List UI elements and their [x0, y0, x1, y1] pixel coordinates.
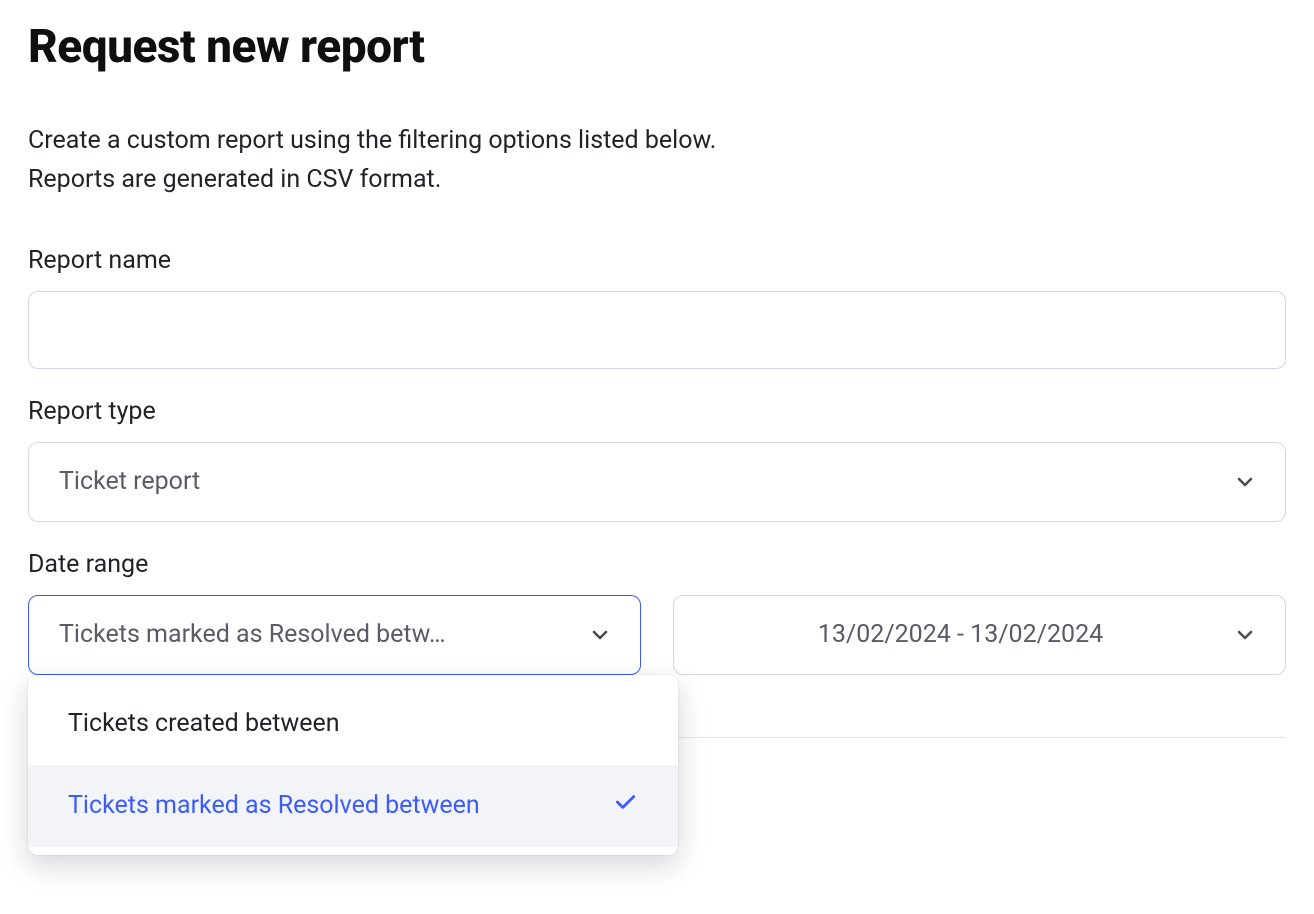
- check-icon: [612, 789, 638, 822]
- report-name-group: Report name: [28, 246, 1286, 369]
- request-report-page: Request new report Create a custom repor…: [0, 0, 1314, 827]
- chevron-down-icon: [1233, 470, 1257, 494]
- date-range-filter-dropdown: Tickets created between Tickets marked a…: [28, 675, 678, 855]
- chevron-down-icon: [588, 623, 612, 647]
- description-line-1: Create a custom report using the filteri…: [28, 126, 716, 155]
- page-description: Create a custom report using the filteri…: [28, 122, 1286, 200]
- date-range-value: 13/02/2024 - 13/02/2024: [704, 620, 1217, 649]
- dropdown-option-label: Tickets marked as Resolved between: [68, 791, 480, 820]
- date-range-filter-select[interactable]: Tickets marked as Resolved betw…: [28, 595, 641, 675]
- date-range-picker[interactable]: 13/02/2024 - 13/02/2024: [673, 595, 1286, 675]
- report-type-group: Report type Ticket report: [28, 397, 1286, 522]
- page-title: Request new report: [28, 20, 1286, 74]
- report-type-value: Ticket report: [59, 467, 200, 496]
- dropdown-option-resolved-between[interactable]: Tickets marked as Resolved between: [28, 765, 678, 847]
- dropdown-option-created-between[interactable]: Tickets created between: [28, 683, 678, 765]
- date-range-picker-wrapper: 13/02/2024 - 13/02/2024: [673, 595, 1286, 675]
- date-range-label: Date range: [28, 550, 1286, 579]
- date-range-filter-value: Tickets marked as Resolved betw…: [59, 620, 446, 649]
- report-name-input[interactable]: [28, 291, 1286, 369]
- description-line-2: Reports are generated in CSV format.: [28, 165, 441, 194]
- date-range-filter-wrapper: Tickets marked as Resolved betw… Tickets…: [28, 595, 641, 675]
- report-type-label: Report type: [28, 397, 1286, 426]
- report-name-label: Report name: [28, 246, 1286, 275]
- dropdown-option-label: Tickets created between: [68, 709, 340, 738]
- date-range-group: Date range Tickets marked as Resolved be…: [28, 550, 1286, 675]
- report-type-select[interactable]: Ticket report: [28, 442, 1286, 522]
- chevron-down-icon: [1233, 623, 1257, 647]
